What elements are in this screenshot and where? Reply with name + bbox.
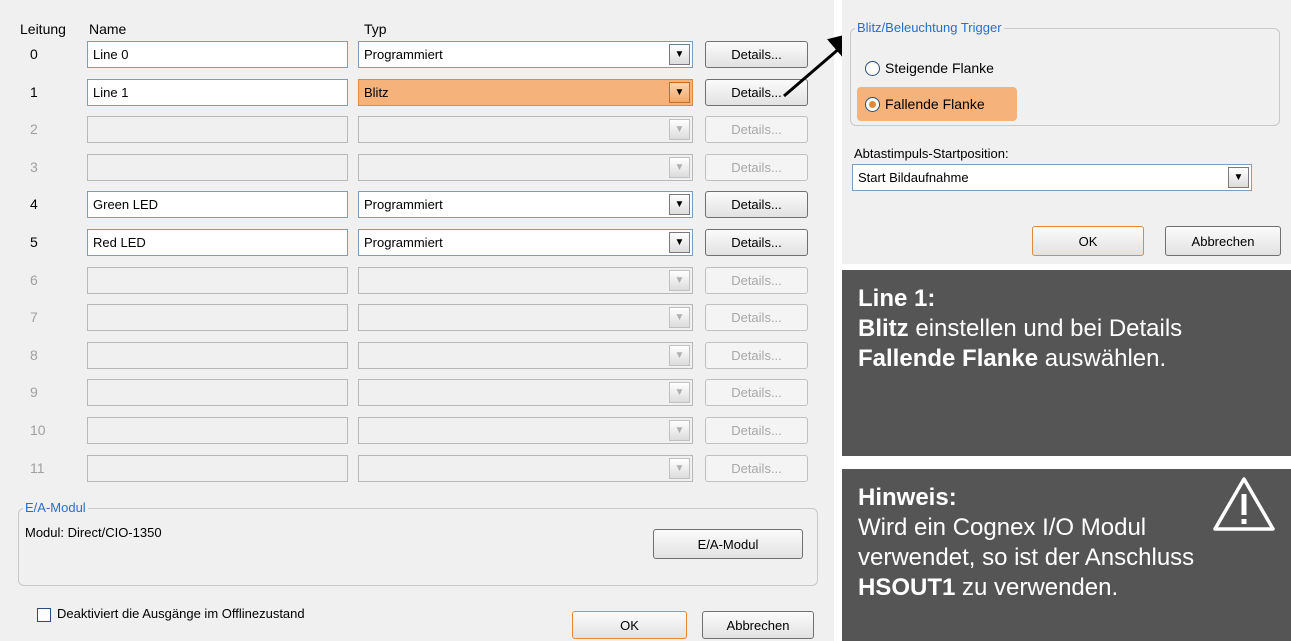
- note-line1-title: Line 1:: [858, 285, 936, 312]
- details-dialog: Blitz/Beleuchtung Trigger Steigende Flan…: [842, 0, 1291, 264]
- note-hint-text3: HSOUT1 zu verwenden.: [858, 574, 1119, 601]
- note-line1-text1: Blitz einstellen und bei Details: [858, 315, 1183, 342]
- rising-edge-label: Steigende Flanke: [885, 60, 994, 76]
- note-line1: Line 1: Blitz einstellen und bei Details…: [842, 270, 1291, 456]
- falling-edge-radio[interactable]: [865, 97, 880, 112]
- startpos-label: Abtastimpuls-Startposition:: [854, 146, 1009, 161]
- chevron-down-icon[interactable]: ▼: [1228, 167, 1249, 188]
- details-cancel-button[interactable]: Abbrechen: [1165, 226, 1281, 256]
- note-hint-text2: verwendet, so ist der Anschluss: [858, 544, 1195, 571]
- trigger-group-title: Blitz/Beleuchtung Trigger: [855, 20, 1004, 35]
- details-ok-button[interactable]: OK: [1032, 226, 1144, 256]
- falling-edge-label: Fallende Flanke: [885, 96, 985, 112]
- warning-icon: [1213, 477, 1275, 531]
- trigger-group: Blitz/Beleuchtung Trigger Steigende Flan…: [850, 20, 1280, 126]
- startpos-select[interactable]: Start Bildaufnahme ▼: [852, 164, 1252, 191]
- startpos-value: Start Bildaufnahme: [858, 170, 969, 185]
- note-line1-text2: Fallende Flanke auswählen.: [858, 345, 1167, 372]
- rising-edge-radio[interactable]: [865, 61, 880, 76]
- note-hint: Hinweis: Wird ein Cognex I/O Modul verwe…: [842, 469, 1291, 641]
